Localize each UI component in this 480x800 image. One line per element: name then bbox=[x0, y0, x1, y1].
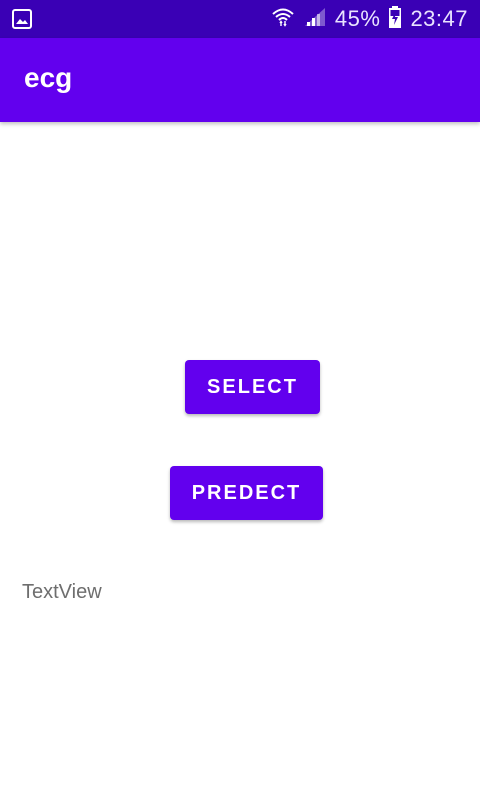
battery-icon bbox=[388, 5, 402, 34]
app-title: ecg bbox=[24, 62, 73, 93]
status-bar: 45% 23:47 bbox=[0, 0, 480, 38]
wifi-icon bbox=[271, 5, 295, 34]
battery-percent: 45% bbox=[334, 6, 381, 31]
screen: 45% 23:47 ecg SELECT PREDECT TextView bbox=[0, 0, 480, 800]
app-bar: ecg bbox=[0, 38, 480, 122]
status-icons: 45% 23:47 bbox=[271, 0, 468, 38]
status-time: 23:47 bbox=[410, 6, 468, 31]
predict-button[interactable]: PREDECT bbox=[170, 466, 323, 520]
signal-icon bbox=[303, 6, 327, 33]
text-view: TextView bbox=[22, 581, 102, 603]
image-icon bbox=[12, 9, 32, 29]
select-button[interactable]: SELECT bbox=[185, 360, 320, 414]
